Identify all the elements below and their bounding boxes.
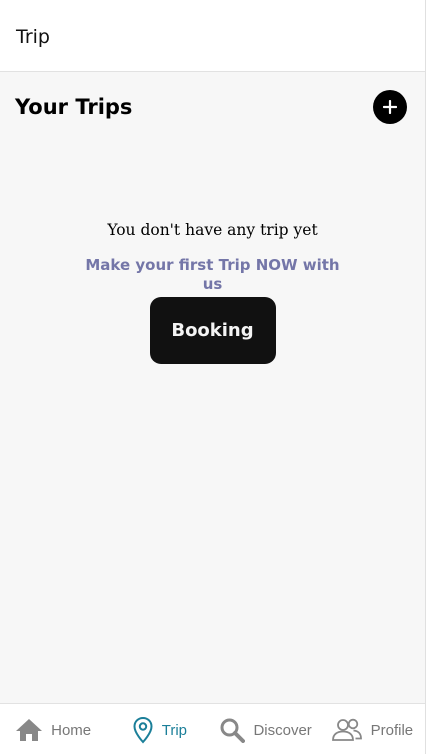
- nav-label-profile: Profile: [370, 721, 414, 739]
- search-icon: [219, 717, 246, 743]
- plus-icon: [383, 100, 397, 114]
- nav-label-home: Home: [51, 721, 92, 739]
- trips-section-header: Your Trips: [0, 72, 425, 142]
- section-title: Your Trips: [15, 95, 133, 119]
- nav-item-profile[interactable]: Profile: [319, 704, 425, 754]
- bottom-nav: Home Trip Discover Profile: [0, 703, 425, 754]
- app-header: Trip: [0, 0, 425, 72]
- empty-message: You don't have any trip yet: [107, 221, 318, 239]
- empty-state: You don't have any trip yet Make your fi…: [0, 218, 425, 364]
- home-icon: [15, 718, 43, 742]
- page-title: Trip: [16, 25, 50, 48]
- nav-item-trip[interactable]: Trip: [106, 704, 212, 754]
- nav-item-home[interactable]: Home: [0, 704, 106, 754]
- nav-label-trip: Trip: [161, 721, 188, 739]
- cta-message: Make your first Trip NOW with us: [85, 256, 340, 293]
- trip-screen: Trip Your Trips You don't have any trip …: [0, 0, 426, 754]
- add-trip-button[interactable]: [373, 90, 407, 124]
- booking-button[interactable]: Booking: [149, 297, 276, 364]
- users-icon: [331, 718, 363, 742]
- nav-item-discover[interactable]: Discover: [213, 704, 319, 754]
- nav-label-discover: Discover: [253, 721, 312, 739]
- map-pin-icon: [132, 716, 154, 744]
